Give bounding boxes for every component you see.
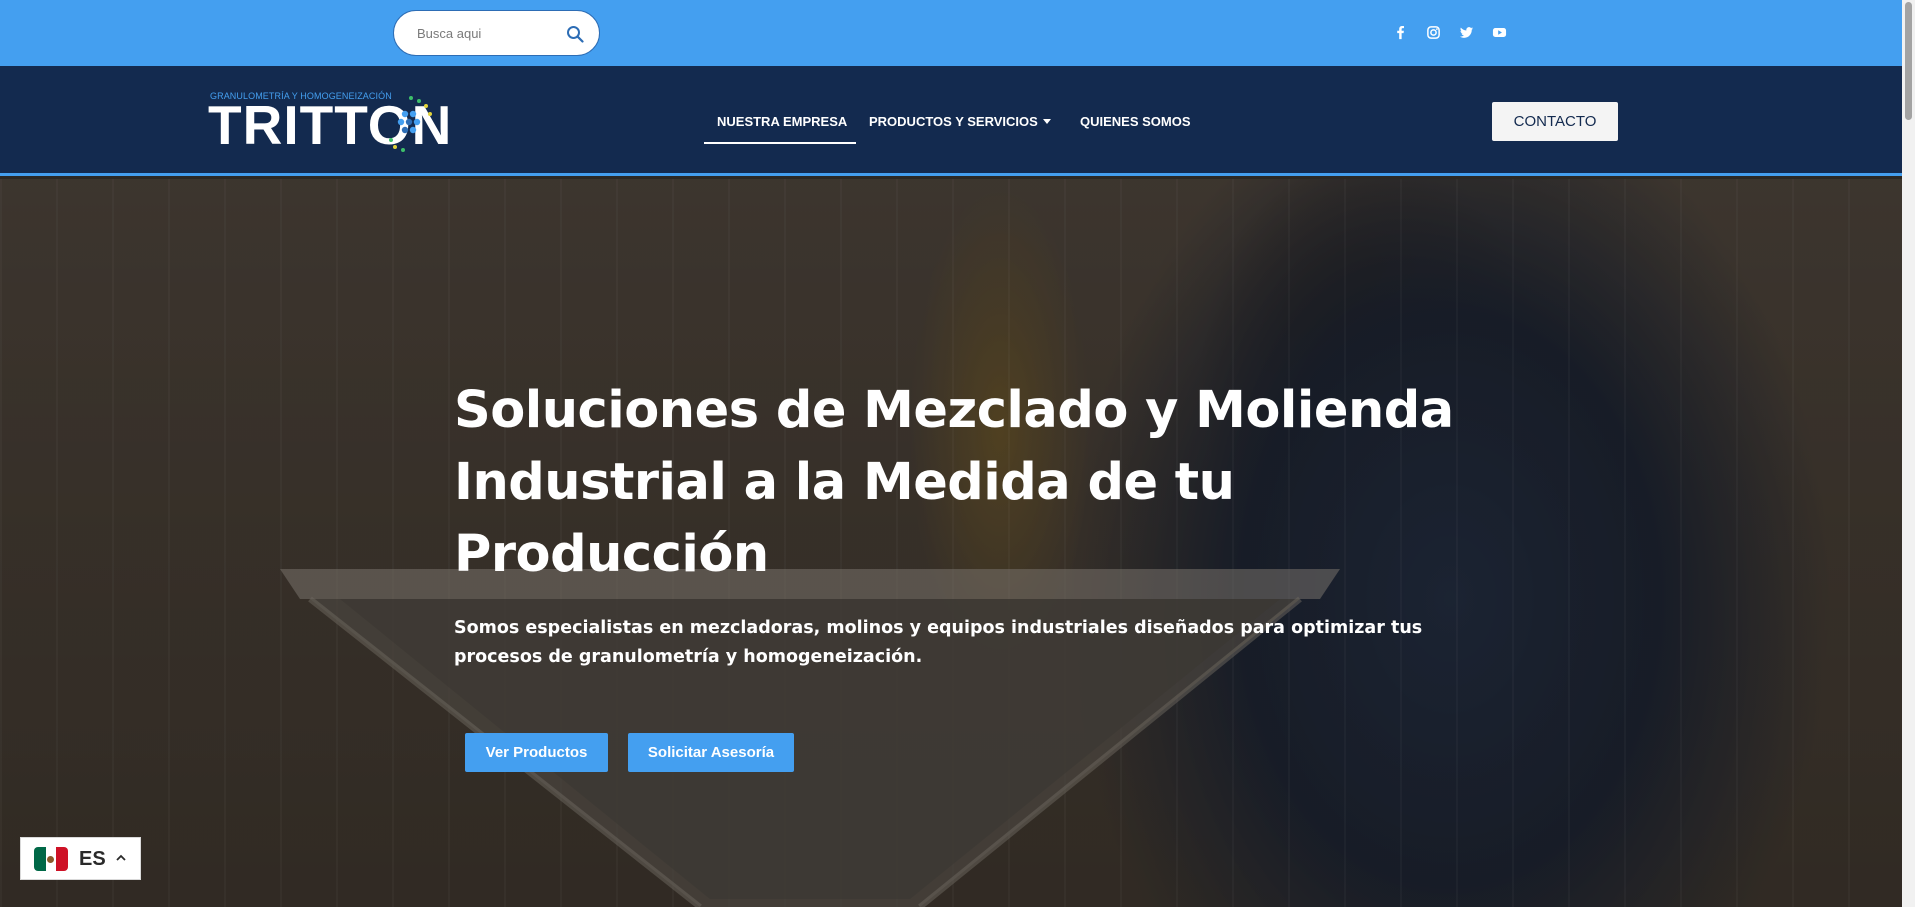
instagram-icon[interactable] — [1424, 23, 1442, 41]
page-scrollbar[interactable] — [1902, 0, 1915, 907]
solicitar-asesoria-button[interactable]: Solicitar Asesoría — [628, 733, 794, 772]
search-icon[interactable] — [566, 25, 584, 43]
chevron-down-icon[interactable] — [1043, 119, 1051, 124]
nav-quienes-somos[interactable]: QUIENES SOMOS — [1080, 114, 1191, 129]
search-input[interactable]: Busca aqui — [393, 10, 600, 56]
language-selector[interactable]: ES — [20, 837, 141, 880]
hero-subtitle: Somos especialistas en mezcladoras, moli… — [454, 618, 1423, 667]
tritton-logo[interactable]: GRANULOMETRÍA Y HOMOGENEIZACIÓN TRITTON — [208, 91, 492, 153]
mexico-flag-icon — [34, 847, 68, 871]
ver-productos-button[interactable]: Ver Productos — [465, 733, 608, 772]
youtube-icon[interactable] — [1490, 23, 1508, 41]
scrollbar-thumb[interactable] — [1905, 2, 1912, 120]
logo-dots-icon — [389, 96, 432, 152]
chevron-up-icon — [116, 854, 126, 861]
facebook-icon[interactable] — [1391, 23, 1409, 41]
language-code: ES — [79, 848, 106, 870]
hero-title: Soluciones de Mezclado y Molienda Indust… — [454, 381, 1454, 584]
search-placeholder: Busca aqui — [417, 26, 482, 41]
top-bar: Busca aqui — [0, 0, 1902, 66]
nav-active-underline — [704, 142, 856, 144]
nav-nuestra-empresa[interactable]: NUESTRA EMPRESA — [717, 114, 847, 129]
nav-productos-y-servicios[interactable]: PRODUCTOS Y SERVICIOS — [869, 114, 1038, 129]
twitter-icon[interactable] — [1457, 23, 1475, 41]
contact-button[interactable]: CONTACTO — [1492, 102, 1618, 141]
